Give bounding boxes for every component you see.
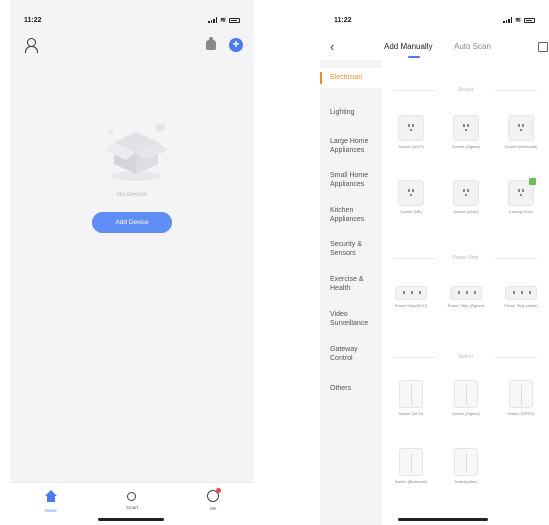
section-title-power-strip: Power Strip [382,255,549,261]
switch-icon [399,448,423,476]
tab-me-label: Me [210,506,217,511]
socket-icon [398,115,424,141]
home-screen: 11:22 ≋ + No devices Add Device Home Sma… [10,0,254,525]
new-badge-icon [529,178,536,185]
active-category-indicator [320,72,322,84]
device-label: Coming Soon [508,209,534,214]
socket-icon [398,180,424,206]
sidebar-item-large-home-appliances[interactable]: Large Home Appliances [330,137,382,155]
add-device-screen: 11:22 ≋ ‹ Add Manually Auto Scan Electri… [320,0,549,525]
sidebar-item-security-sensors[interactable]: Security & Sensors [330,240,382,258]
device-switch-other[interactable]: Switch(other) [442,448,490,484]
wifi-icon: ≋ [515,17,521,24]
tab-home-label: Home [44,508,57,513]
sidebar-item-gateway-control[interactable]: Gateway Control [330,345,382,363]
tab-active-indicator [408,56,420,58]
sun-icon [127,492,137,501]
battery-icon [229,17,240,23]
device-label: Socket (Wi-Fi) [398,144,424,149]
scan-qr-icon[interactable] [538,42,548,52]
switch-icon [454,380,478,408]
battery-icon [524,17,535,23]
section-title-socket: Socket [382,87,549,93]
add-device-icon[interactable]: + [229,38,243,52]
power-strip-icon [505,286,537,300]
home-indicator [398,518,488,521]
device-label: Switch (Zigbee) [452,411,480,416]
device-label: Switch(other) [454,479,478,484]
empty-box-illustration [104,123,168,181]
empty-state-text: No devices [117,192,147,198]
switch-icon [509,380,533,408]
device-label: Power Strip(Wi-Fi) [394,303,428,308]
status-time: 11:22 [334,16,352,24]
assistant-icon[interactable] [206,37,216,50]
device-label: Socket (other) [453,209,479,214]
device-label: Switch (Bluetooth) [394,479,428,484]
power-strip-icon [450,286,482,300]
sidebar-item-exercise-health[interactable]: Exercise & Health [330,275,382,293]
status-bar: 11:22 ≋ [10,0,254,40]
device-power-strip-zigbee[interactable]: Power Strip (Zigbee) [442,280,490,308]
tab-home[interactable]: Home [10,483,91,525]
status-bar: 11:22 ≋ [320,0,549,40]
sidebar-item-small-home-appliances[interactable]: Small Home Appliances [330,171,382,189]
device-socket-other[interactable]: Socket (other) [442,180,490,214]
sidebar-item-kitchen-appliances[interactable]: Kitchen Appliances [330,206,382,224]
device-socket-zigbee[interactable]: Socket (Zigbee) [442,115,490,149]
signal-icon [208,17,218,23]
socket-icon [508,178,536,206]
tab-add-manually[interactable]: Add Manually [384,42,432,51]
me-icon [207,488,222,502]
device-label: Switch (GPRS) [507,411,535,416]
tab-auto-scan[interactable]: Auto Scan [454,42,491,51]
sidebar-item-others[interactable]: Others [330,384,382,393]
switch-icon [454,448,478,476]
home-icon [44,490,58,504]
device-label: Socket (NB) [400,209,422,214]
user-icon[interactable] [25,38,38,53]
power-strip-icon [395,286,427,300]
device-power-strip-other[interactable]: Power Strip (other) [497,280,545,308]
home-indicator [98,518,164,521]
home-header: + [10,36,254,58]
socket-icon [508,115,534,141]
tab-smart-label: Smart [125,505,138,510]
device-switch-wifi[interactable]: Switch (Wi-Fi) [387,380,435,416]
socket-icon [453,115,479,141]
tab-me[interactable]: Me [173,483,254,525]
device-switch-bluetooth[interactable]: Switch (Bluetooth) [387,448,435,484]
device-grid: Socket Socket (Wi-Fi) Socket (Zigbee) So… [382,60,549,525]
back-chevron-icon[interactable]: ‹ [330,39,334,54]
socket-icon [453,180,479,206]
device-coming-soon[interactable]: Coming Soon [497,178,545,214]
signal-icon [503,17,513,23]
wifi-icon: ≋ [220,17,226,24]
section-title-switch: Switch [382,354,549,360]
device-power-strip-wifi[interactable]: Power Strip(Wi-Fi) [387,280,435,308]
device-label: Socket (Bluetooth) [504,144,538,149]
device-label: Socket (Zigbee) [451,144,481,149]
device-label: Power Strip (Zigbee) [447,303,485,308]
sidebar-item-video-surveillance[interactable]: Video Surveillance [330,310,382,328]
device-socket-nb[interactable]: Socket (NB) [387,180,435,214]
switch-icon [399,380,423,408]
sidebar-item-electrician[interactable]: Electrician [330,73,382,82]
add-device-button[interactable]: Add Device [92,212,172,233]
device-switch-zigbee[interactable]: Switch (Zigbee) [442,380,490,416]
add-device-header: ‹ Add Manually Auto Scan [320,36,549,60]
device-socket-bluetooth[interactable]: Socket (Bluetooth) [497,115,545,149]
device-label: Power Strip (other) [504,303,538,308]
device-label: Switch (Wi-Fi) [398,411,424,416]
category-sidebar: Electrician Lighting Large Home Applianc… [320,60,382,525]
sidebar-item-lighting[interactable]: Lighting [330,108,382,117]
device-socket-wifi[interactable]: Socket (Wi-Fi) [387,115,435,149]
device-switch-gprs[interactable]: Switch (GPRS) [497,380,545,416]
status-time: 11:22 [24,16,42,24]
